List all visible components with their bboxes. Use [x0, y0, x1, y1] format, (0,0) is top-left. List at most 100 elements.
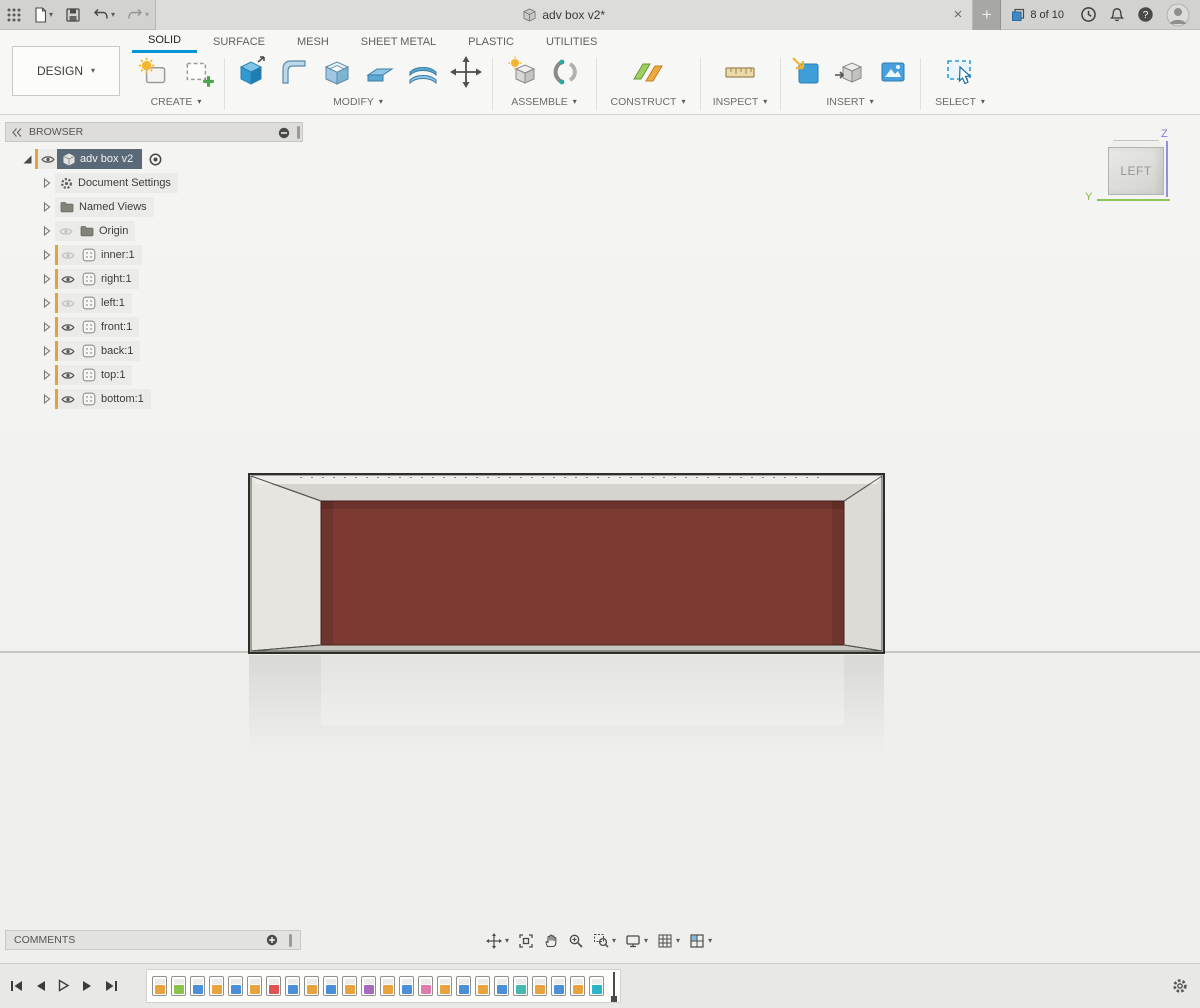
- group-select-dropdown[interactable]: SELECT ▾: [924, 96, 996, 108]
- insert-svg-icon[interactable]: [790, 55, 824, 94]
- play-button[interactable]: [58, 979, 70, 997]
- visibility-eye-icon[interactable]: [55, 341, 77, 361]
- timeline-track[interactable]: [146, 969, 621, 1003]
- visibility-eye-icon[interactable]: [55, 293, 77, 313]
- save-button[interactable]: [59, 0, 87, 30]
- undo-button[interactable]: ▾: [87, 0, 121, 30]
- group-modify-dropdown[interactable]: MODIFY ▾: [228, 96, 488, 108]
- version-status[interactable]: 8 of 10: [1001, 8, 1074, 22]
- add-comment-icon[interactable]: [266, 934, 278, 946]
- visibility-eye-icon[interactable]: [55, 365, 77, 385]
- expand-arrow-icon[interactable]: [39, 370, 55, 380]
- timeline-position-marker[interactable]: [613, 972, 615, 1000]
- timeline-feature-sketch-icon[interactable]: [437, 976, 452, 996]
- close-tab-icon[interactable]: ×: [954, 7, 963, 22]
- move-copy-icon[interactable]: [449, 55, 483, 94]
- timeline-feature-sketch-icon[interactable]: [247, 976, 262, 996]
- group-create-dropdown[interactable]: CREATE ▾: [130, 96, 222, 108]
- visibility-eye-icon[interactable]: [55, 245, 77, 265]
- minimize-panel-icon[interactable]: [278, 127, 290, 142]
- box-body[interactable]: [249, 474, 884, 653]
- create-form-icon[interactable]: [136, 55, 172, 96]
- tab-surface[interactable]: SURFACE: [197, 30, 281, 53]
- group-assemble-dropdown[interactable]: ASSEMBLE ▾: [496, 96, 592, 108]
- display-settings-button[interactable]: ▾: [625, 933, 648, 949]
- root-component-label[interactable]: adv box v2: [57, 149, 142, 169]
- timeline-feature-extrude-icon[interactable]: [456, 976, 471, 996]
- timeline-feature-sketch-icon[interactable]: [570, 976, 585, 996]
- timeline-feature-extrude-icon[interactable]: [551, 976, 566, 996]
- go-to-start-button[interactable]: [10, 979, 23, 997]
- browser-row-document-settings[interactable]: Document Settings: [5, 171, 303, 195]
- go-to-end-button[interactable]: [105, 979, 118, 997]
- timeline-feature-sketch-icon[interactable]: [152, 976, 167, 996]
- fillet-icon[interactable]: [277, 55, 311, 94]
- shell-icon[interactable]: [320, 55, 354, 94]
- browser-row-back-1[interactable]: back:1: [5, 339, 303, 363]
- visibility-eye-icon[interactable]: [55, 269, 77, 289]
- expand-arrow-icon[interactable]: [39, 178, 55, 188]
- viewcube[interactable]: Z LEFT Y: [1078, 125, 1193, 220]
- timeline-feature-component-icon[interactable]: [171, 976, 186, 996]
- visibility-eye-icon[interactable]: [35, 149, 57, 169]
- timeline-feature-extrude-icon[interactable]: [494, 976, 509, 996]
- timeline-feature-extrude-icon[interactable]: [285, 976, 300, 996]
- tab-utilities[interactable]: UTILITIES: [530, 30, 613, 53]
- browser-row-right-1[interactable]: right:1: [5, 267, 303, 291]
- timeline-feature-component-icon[interactable]: [266, 976, 281, 996]
- expand-arrow-icon[interactable]: [39, 298, 55, 308]
- tab-sheet-metal[interactable]: SHEET METAL: [345, 30, 452, 53]
- press-pull-icon[interactable]: [234, 55, 268, 94]
- tab-mesh[interactable]: MESH: [281, 30, 345, 53]
- timeline-feature-extrude-icon[interactable]: [589, 976, 604, 996]
- fit-button[interactable]: [518, 933, 534, 949]
- panel-scrollbar-handle[interactable]: [297, 126, 300, 139]
- expand-arrow-icon[interactable]: [19, 155, 35, 164]
- viewports-button[interactable]: ▾: [689, 933, 712, 949]
- box-back-wall[interactable]: [321, 501, 844, 645]
- visibility-eye-icon[interactable]: [55, 221, 75, 241]
- tab-plastic[interactable]: PLASTIC: [452, 30, 530, 53]
- comments-scrollbar-handle[interactable]: [289, 934, 292, 947]
- visibility-eye-icon[interactable]: [55, 317, 77, 337]
- timeline-feature-sketch-icon[interactable]: [532, 976, 547, 996]
- expand-arrow-icon[interactable]: [39, 250, 55, 260]
- construction-plane-icon[interactable]: [631, 55, 665, 94]
- viewcube-top-face[interactable]: [1108, 140, 1164, 147]
- thicken-icon[interactable]: [406, 55, 440, 94]
- grid-snaps-button[interactable]: ▾: [657, 933, 680, 949]
- browser-row-left-1[interactable]: left:1: [5, 291, 303, 315]
- group-construct-dropdown[interactable]: CONSTRUCT ▾: [600, 96, 696, 108]
- collapse-panel-icon[interactable]: [12, 128, 22, 137]
- timeline-feature-component-icon[interactable]: [513, 976, 528, 996]
- help-button[interactable]: ?: [1131, 0, 1160, 30]
- timeline-feature-extrude-icon[interactable]: [190, 976, 205, 996]
- expand-arrow-icon[interactable]: [39, 322, 55, 332]
- group-inspect-dropdown[interactable]: INSPECT ▾: [704, 96, 776, 108]
- workspace-switcher[interactable]: DESIGN ▾: [12, 46, 120, 96]
- canvas-image-icon[interactable]: [876, 55, 910, 94]
- timeline-feature-extrude-icon[interactable]: [228, 976, 243, 996]
- document-tab[interactable]: adv box v2* ×: [155, 0, 973, 30]
- timeline-feature-sketch-icon[interactable]: [304, 976, 319, 996]
- browser-row-bottom-1[interactable]: bottom:1: [5, 387, 303, 411]
- timeline-feature-component-icon[interactable]: [361, 976, 376, 996]
- file-menu-button[interactable]: ▾: [28, 0, 59, 30]
- viewcube-front-face[interactable]: LEFT: [1108, 147, 1164, 195]
- redo-button[interactable]: ▾: [121, 0, 155, 30]
- group-insert-dropdown[interactable]: INSERT ▾: [784, 96, 916, 108]
- timeline-feature-extrude-icon[interactable]: [399, 976, 414, 996]
- expand-arrow-icon[interactable]: [39, 394, 55, 404]
- timeline-feature-component-icon[interactable]: [418, 976, 433, 996]
- select-icon[interactable]: [943, 55, 977, 94]
- user-avatar[interactable]: [1160, 0, 1200, 30]
- browser-row-inner-1[interactable]: inner:1: [5, 243, 303, 267]
- expand-arrow-icon[interactable]: [39, 202, 55, 212]
- browser-row-top-1[interactable]: top:1: [5, 363, 303, 387]
- browser-row-named-views[interactable]: Named Views: [5, 195, 303, 219]
- browser-row-origin[interactable]: Origin: [5, 219, 303, 243]
- app-grid-icon[interactable]: [0, 0, 28, 30]
- browser-row-root[interactable]: adv box v2: [5, 147, 303, 171]
- tab-solid[interactable]: SOLID: [132, 30, 197, 53]
- browser-row-front-1[interactable]: front:1: [5, 315, 303, 339]
